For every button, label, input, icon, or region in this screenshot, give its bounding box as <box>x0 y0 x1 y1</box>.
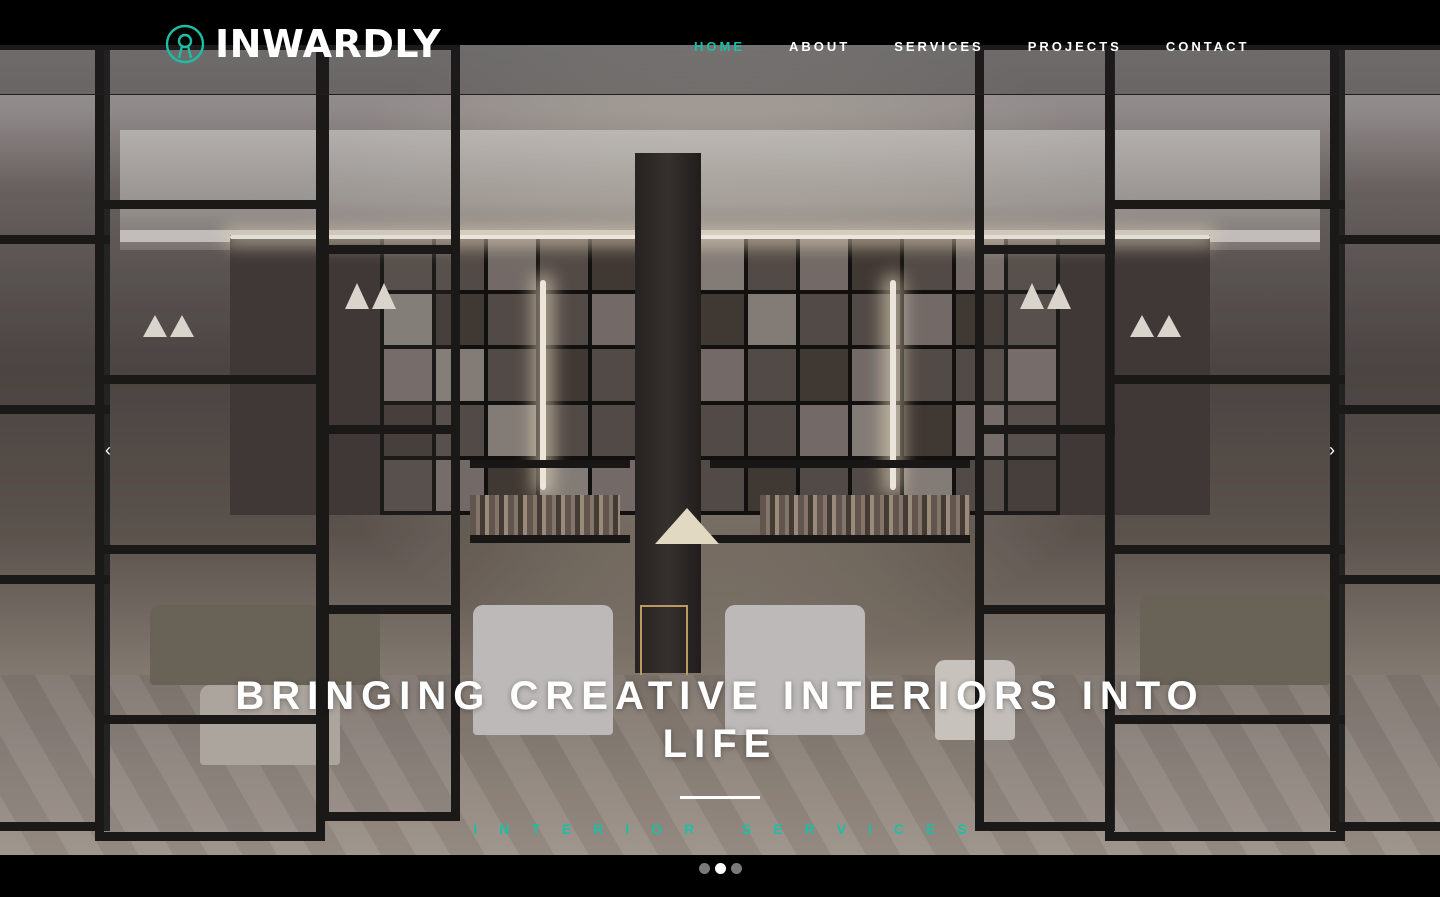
keyhole-circle-icon <box>165 24 205 64</box>
nav-item-services[interactable]: SERVICES <box>894 40 984 54</box>
site-header: INWARDLY HOME ABOUT SERVICES PROJECTS CO… <box>0 0 1440 95</box>
hero-headline: BRINGING CREATIVE INTERIORS INTO LIFE <box>235 674 1205 766</box>
main-nav: HOME ABOUT SERVICES PROJECTS CONTACT <box>694 40 1249 54</box>
brand-logo-link[interactable]: INWARDLY <box>165 24 441 64</box>
nav-item-contact[interactable]: CONTACT <box>1166 40 1250 54</box>
chevron-right-icon[interactable]: › <box>1320 438 1344 462</box>
nav-item-about[interactable]: ABOUT <box>789 40 850 54</box>
nav-item-home[interactable]: HOME <box>694 40 745 54</box>
carousel-dot[interactable] <box>730 863 742 874</box>
carousel-dot[interactable] <box>698 863 710 874</box>
carousel-dot[interactable] <box>714 863 726 874</box>
hero-subline: INTERIOR SERVICES <box>473 821 989 837</box>
nav-item-projects[interactable]: PROJECTS <box>1028 40 1122 54</box>
chevron-left-icon[interactable]: ‹ <box>96 438 120 462</box>
hero-caption: BRINGING CREATIVE INTERIORS INTO LIFE IN… <box>0 672 1440 837</box>
carousel-indicators <box>0 863 1440 874</box>
brand-name: INWARDLY <box>215 22 442 66</box>
caption-divider <box>680 796 760 799</box>
